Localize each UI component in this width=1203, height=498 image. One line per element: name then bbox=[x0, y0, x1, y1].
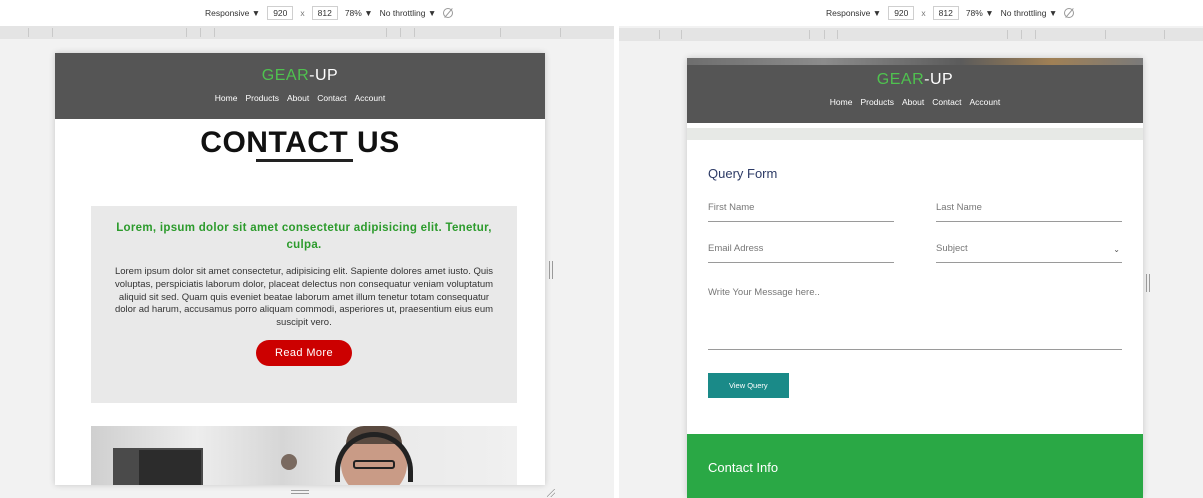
nav-account-2[interactable]: Account bbox=[970, 97, 1001, 107]
photo-agent-glasses bbox=[353, 460, 395, 469]
device-toolbar-controls: Responsive ▼ 920 x 812 78% ▼ No throttli… bbox=[205, 6, 454, 20]
contact-info-heading: Contact Info bbox=[708, 460, 779, 475]
query-form-title: Query Form bbox=[708, 166, 778, 181]
zoom-select[interactable]: 78% ▼ bbox=[345, 8, 373, 18]
photo-background-person bbox=[281, 454, 297, 470]
logo-up: -UP bbox=[309, 67, 339, 84]
chevron-down-icon: ⌄ bbox=[1113, 245, 1120, 254]
email-field[interactable]: Email Adress bbox=[708, 243, 894, 263]
throttling-select[interactable]: No throttling ▼ bbox=[380, 8, 437, 18]
title-underline bbox=[256, 159, 353, 162]
device-toolbar-controls-2: Responsive ▼ 920 x 812 78% ▼ No throttli… bbox=[826, 6, 1075, 20]
width-input[interactable]: 920 bbox=[267, 6, 294, 20]
site-header-2: GEAR-UP Home Products About Contact Acco… bbox=[687, 65, 1143, 123]
contact-info-section: Contact Info bbox=[687, 434, 1143, 498]
left-device-pane: Responsive ▼ 920 x 812 78% ▼ No throttli… bbox=[0, 0, 614, 498]
message-textarea[interactable]: Write Your Message here.. bbox=[708, 287, 1122, 350]
right-resize-handle-2[interactable] bbox=[1146, 274, 1150, 292]
zoom-select-2[interactable]: 78% ▼ bbox=[966, 8, 994, 18]
intro-text: Lorem ipsum dolor sit amet consectetur, … bbox=[114, 266, 494, 329]
site-logo[interactable]: GEAR-UP bbox=[55, 67, 545, 85]
support-agent-photo bbox=[91, 426, 517, 485]
nav-home[interactable]: Home bbox=[215, 93, 238, 103]
right-resize-handle[interactable] bbox=[549, 261, 553, 279]
intro-card: Lorem, ipsum dolor sit amet consectetur … bbox=[91, 206, 517, 403]
last-name-field[interactable]: Last Name bbox=[936, 202, 1122, 222]
media-query-ruler-2[interactable] bbox=[619, 28, 1203, 41]
rotate-icon-2[interactable] bbox=[1064, 8, 1075, 18]
subject-select[interactable]: Subject ⌄ bbox=[936, 243, 1122, 263]
view-query-button[interactable]: View Query bbox=[708, 373, 789, 398]
media-query-ruler[interactable] bbox=[0, 26, 614, 39]
nav-contact-2[interactable]: Contact bbox=[932, 97, 961, 107]
subject-select-value: Subject bbox=[936, 243, 968, 254]
photo-monitor bbox=[139, 450, 201, 485]
logo-up-2: -UP bbox=[924, 71, 954, 88]
page-viewport: GEAR-UP Home Products About Contact Acco… bbox=[55, 53, 545, 485]
nav-home-2[interactable]: Home bbox=[830, 97, 853, 107]
site-nav: Home Products About Contact Account bbox=[55, 93, 545, 103]
right-device-pane: Responsive ▼ 920 x 812 78% ▼ No throttli… bbox=[619, 0, 1203, 498]
site-logo-2[interactable]: GEAR-UP bbox=[687, 71, 1143, 89]
page-title: CONTACT US bbox=[200, 126, 400, 159]
dimension-separator: x bbox=[300, 8, 305, 18]
logo-gear-2: GEAR bbox=[876, 71, 925, 88]
throttling-select-2[interactable]: No throttling ▼ bbox=[1001, 8, 1058, 18]
query-form: Query Form First Name Last Name Email Ad… bbox=[687, 140, 1143, 398]
dimension-separator-2: x bbox=[921, 8, 926, 18]
corner-resize-handle[interactable] bbox=[547, 489, 555, 497]
section-separator bbox=[687, 128, 1143, 140]
nav-contact[interactable]: Contact bbox=[317, 93, 346, 103]
height-input-2[interactable]: 812 bbox=[932, 6, 959, 20]
height-input[interactable]: 812 bbox=[311, 6, 338, 20]
nav-account[interactable]: Account bbox=[355, 93, 386, 103]
nav-about-2[interactable]: About bbox=[902, 97, 924, 107]
first-name-field[interactable]: First Name bbox=[708, 202, 894, 222]
device-select[interactable]: Responsive ▼ bbox=[205, 8, 260, 18]
device-toolbar-2: Responsive ▼ 920 x 812 78% ▼ No throttli… bbox=[619, 0, 1203, 26]
nav-about[interactable]: About bbox=[287, 93, 309, 103]
nav-products[interactable]: Products bbox=[245, 93, 279, 103]
nav-products-2[interactable]: Products bbox=[860, 97, 894, 107]
site-header: GEAR-UP Home Products About Contact Acco… bbox=[55, 53, 545, 119]
hero-image-strip bbox=[687, 58, 1143, 65]
rotate-icon[interactable] bbox=[443, 8, 454, 18]
page-viewport-2: GEAR-UP Home Products About Contact Acco… bbox=[687, 58, 1143, 498]
name-row: First Name Last Name bbox=[708, 202, 1122, 222]
logo-gear: GEAR bbox=[261, 67, 310, 84]
read-more-button[interactable]: Read More bbox=[255, 339, 352, 366]
email-subject-row: Email Adress Subject ⌄ bbox=[708, 243, 1122, 263]
device-toolbar: Responsive ▼ 920 x 812 78% ▼ No throttli… bbox=[0, 0, 614, 26]
device-select-2[interactable]: Responsive ▼ bbox=[826, 8, 881, 18]
bottom-resize-handle[interactable] bbox=[291, 490, 309, 494]
width-input-2[interactable]: 920 bbox=[888, 6, 915, 20]
site-nav-2: Home Products About Contact Account bbox=[687, 97, 1143, 107]
intro-heading: Lorem, ipsum dolor sit amet consectetur … bbox=[116, 222, 492, 251]
